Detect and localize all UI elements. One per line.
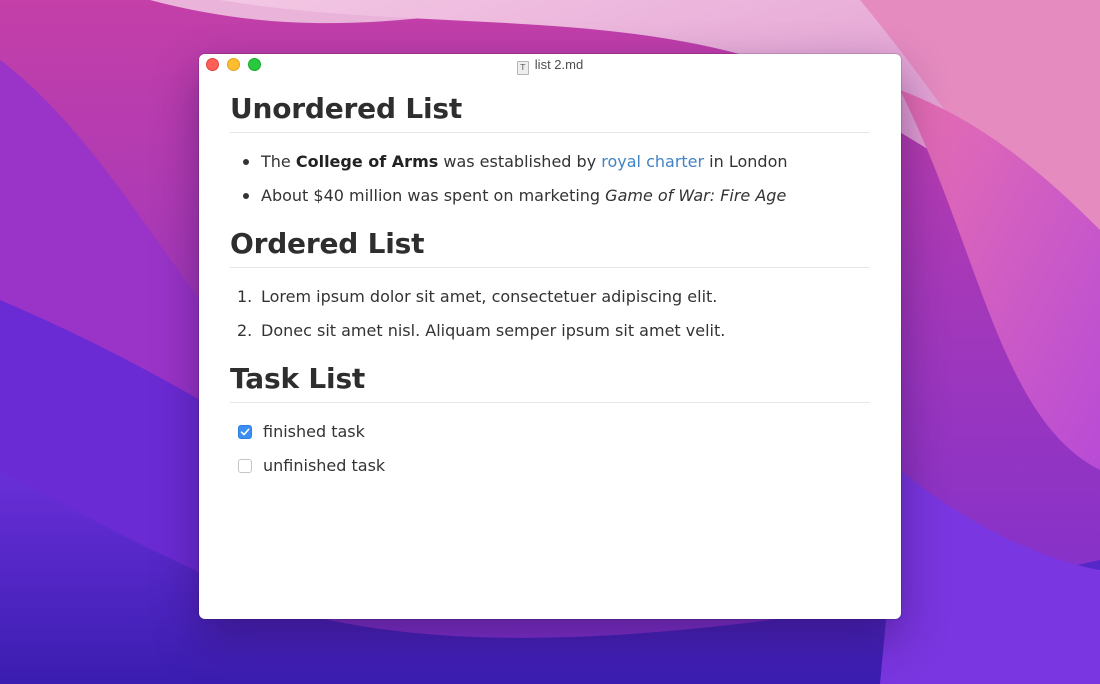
italic-text: Game of War: Fire Age: [605, 186, 787, 205]
item-text: in London: [704, 152, 788, 171]
list-item: The College of Arms was established by r…: [230, 145, 870, 179]
heading-ordered-list: Ordered List: [230, 227, 870, 268]
item-text: Donec sit amet nisl. Aliquam semper ipsu…: [261, 321, 726, 340]
checkmark-icon: [240, 428, 250, 436]
document-content[interactable]: Unordered List The College of Arms was e…: [230, 92, 870, 497]
task-checkbox-unchecked[interactable]: [238, 459, 252, 473]
bullet-icon: [243, 193, 249, 199]
task-item-finished: finished task: [230, 415, 870, 449]
list-item: 1. Lorem ipsum dolor sit amet, consectet…: [230, 280, 870, 314]
ordered-section: Ordered List 1. Lorem ipsum dolor sit am…: [230, 227, 870, 362]
item-text: About $40 million was spent on marketing: [261, 186, 606, 205]
window-title-text: list 2.md: [534, 57, 584, 72]
heading-task-list: Task List: [230, 362, 870, 403]
title-bar[interactable]: Tlist 2.md: [199, 54, 901, 76]
document-icon: T: [516, 61, 529, 75]
task-checkbox-checked[interactable]: [238, 425, 252, 439]
unordered-list: The College of Arms was established by r…: [230, 133, 870, 227]
list-item: About $40 million was spent on marketing…: [230, 179, 870, 213]
task-text: unfinished task: [263, 456, 386, 475]
task-list: finished task unfinished task: [230, 403, 870, 497]
item-text: was established by: [438, 152, 602, 171]
item-text: The: [261, 152, 296, 171]
item-number: 2.: [237, 321, 253, 340]
window-title: Tlist 2.md: [199, 57, 901, 75]
item-text: Lorem ipsum dolor sit amet, consectetuer…: [261, 287, 718, 306]
editor-window: Tlist 2.md Unordered List The College of…: [199, 54, 901, 619]
bold-text: College of Arms: [295, 152, 439, 171]
list-item: 2. Donec sit amet nisl. Aliquam semper i…: [230, 314, 870, 348]
heading-unordered-list: Unordered List: [230, 92, 870, 133]
bullet-icon: [243, 159, 249, 165]
royal-charter-link[interactable]: royal charter: [601, 152, 704, 171]
task-text: finished task: [263, 422, 365, 441]
task-item-unfinished: unfinished task: [230, 449, 870, 483]
task-section: Task List finished task unfinished task: [230, 362, 870, 497]
unordered-section: Unordered List The College of Arms was e…: [230, 92, 870, 227]
ordered-list: 1. Lorem ipsum dolor sit amet, consectet…: [230, 268, 870, 362]
item-number: 1.: [237, 287, 253, 306]
